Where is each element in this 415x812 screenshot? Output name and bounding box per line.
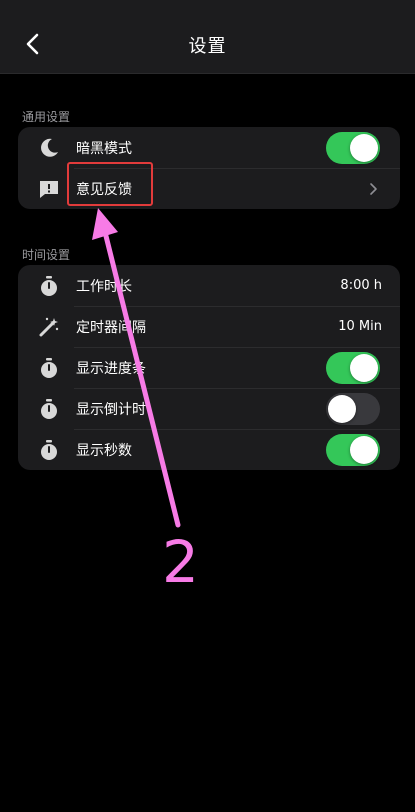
work-duration-label: 工作时长 — [76, 278, 132, 295]
stopwatch-icon — [38, 275, 60, 297]
setting-row-show-progress: 显示进度条 — [18, 347, 400, 388]
section-label-general: 通用设置 — [22, 110, 71, 124]
work-duration-value: 8:00 h — [340, 278, 382, 293]
show-progress-label: 显示进度条 — [76, 360, 146, 377]
timer-interval-label: 定时器间隔 — [76, 319, 146, 336]
page-title: 设置 — [188, 36, 227, 57]
setting-row-show-countdown: 显示倒计时 — [18, 388, 400, 429]
show-countdown-label: 显示倒计时 — [76, 401, 146, 418]
dark-mode-label: 暗黑模式 — [76, 140, 132, 157]
show-seconds-label: 显示秒数 — [76, 442, 132, 459]
time-settings-group: 工作时长 8:00 h 定时器间隔 10 Min 显示进度条 显示倒计时 显示秒… — [18, 265, 400, 470]
moon-icon — [38, 137, 60, 159]
dark-mode-toggle[interactable] — [326, 131, 380, 164]
nav-header: 设置 — [0, 0, 415, 74]
setting-row-timer-interval[interactable]: 定时器间隔 10 Min — [18, 306, 400, 347]
show-seconds-toggle[interactable] — [326, 433, 380, 466]
annotation-number: 2 — [162, 528, 199, 596]
magic-wand-icon — [38, 316, 60, 338]
stopwatch-icon — [38, 398, 60, 420]
settings-screen: 设置 通用设置 暗黑模式 意见反馈 时间设置 工作时长 8:00 h 定时器间隔… — [0, 0, 415, 812]
setting-row-show-seconds: 显示秒数 — [18, 429, 400, 470]
stopwatch-icon — [38, 439, 60, 461]
setting-row-work-duration[interactable]: 工作时长 8:00 h — [18, 265, 400, 306]
timer-interval-value: 10 Min — [338, 319, 382, 334]
chevron-right-icon — [370, 182, 377, 195]
show-progress-toggle[interactable] — [326, 351, 380, 384]
feedback-icon — [38, 178, 60, 200]
show-countdown-toggle[interactable] — [326, 392, 380, 425]
section-label-time: 时间设置 — [22, 248, 71, 262]
stopwatch-icon — [38, 357, 60, 379]
highlight-box — [67, 162, 153, 206]
